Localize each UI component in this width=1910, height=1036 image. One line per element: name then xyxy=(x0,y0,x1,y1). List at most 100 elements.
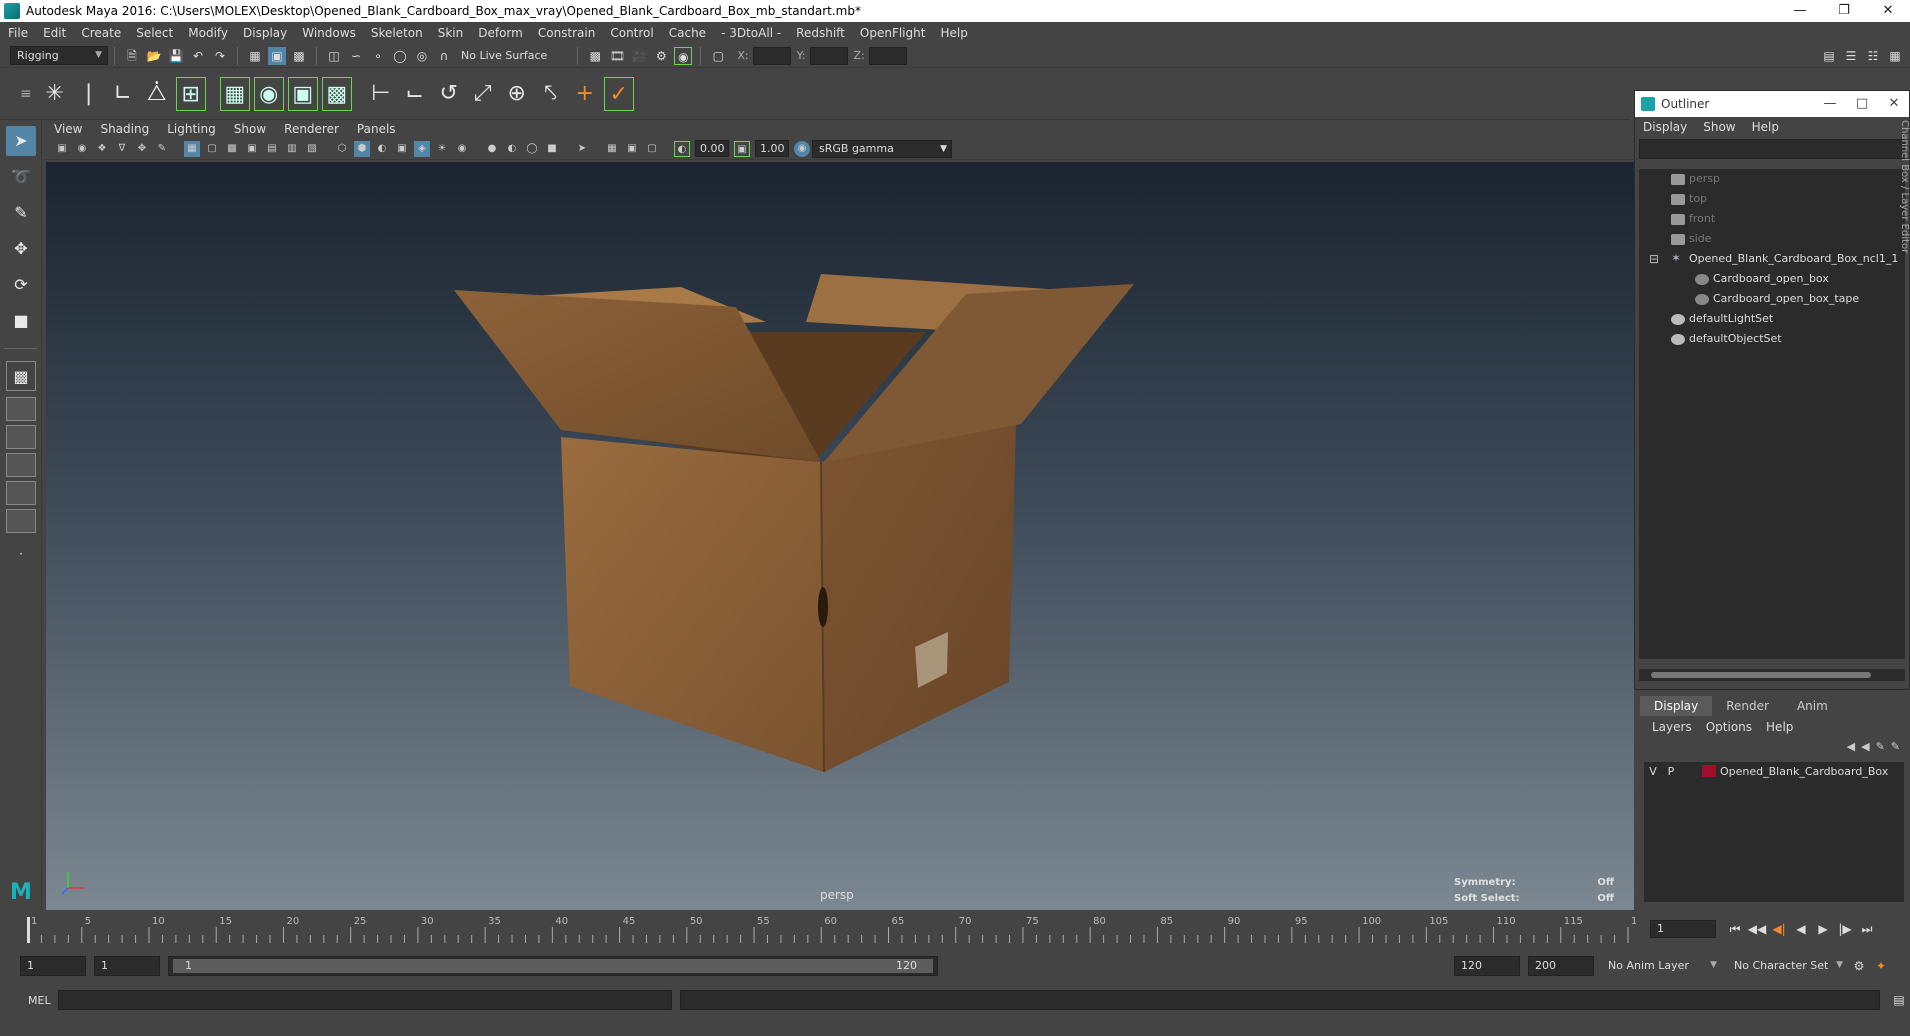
isolate-select-icon[interactable]: ➤ xyxy=(574,141,590,157)
viewport-menu-show[interactable]: Show xyxy=(234,122,266,136)
exposure-field[interactable]: 0.00 xyxy=(695,140,729,157)
end-time-field[interactable]: 200 xyxy=(1528,956,1594,976)
graph-layout-icon[interactable] xyxy=(6,481,36,505)
side-tabs[interactable]: Channel Box / Layer Editor xyxy=(1896,120,1910,380)
layer-menu-layers[interactable]: Layers xyxy=(1652,720,1692,734)
snap-point-icon[interactable]: ∘ xyxy=(369,47,387,65)
current-time-marker[interactable] xyxy=(27,917,30,943)
time-slider[interactable]: 1 5 10 15 20 25 30 35 40 45 50 55 60 65 70 75 80 85 90 95 10… xyxy=(24,913,1636,945)
depth-of-field-icon[interactable]: ◯ xyxy=(524,141,540,157)
point-constraint-icon[interactable]: ⊢ xyxy=(366,77,396,111)
modeling-toolkit-icon[interactable]: ▤ xyxy=(1820,47,1838,65)
film-gate-icon[interactable]: ▢ xyxy=(204,141,220,157)
close-icon[interactable]: ✕ xyxy=(1866,0,1910,22)
range-slider-handle[interactable]: 1 xyxy=(173,959,933,973)
ambient-occlusion-icon[interactable]: ◉ xyxy=(454,141,470,157)
select-tool-icon[interactable]: ➤ xyxy=(6,126,36,156)
field-chart-icon[interactable]: ▤ xyxy=(264,141,280,157)
x-coord-field[interactable] xyxy=(752,46,791,65)
parent-constraint-icon[interactable]: ⊕ xyxy=(502,77,532,111)
outliner-menu-show[interactable]: Show xyxy=(1703,120,1735,134)
rotate-tool-icon[interactable]: ⟳ xyxy=(6,270,36,300)
image-plane-icon[interactable]: ∇ xyxy=(114,141,130,157)
menu-display[interactable]: Display xyxy=(243,26,287,40)
step-forward-icon[interactable]: |▶ xyxy=(1834,922,1856,936)
outliner-titlebar[interactable]: Outliner — □ ✕ xyxy=(1635,91,1909,117)
wireframe-on-shaded-icon[interactable]: ◐ xyxy=(374,141,390,157)
xray-components-icon[interactable]: ▣ xyxy=(624,141,640,157)
safe-title-icon[interactable]: ▧ xyxy=(304,141,320,157)
xray-joints-icon[interactable]: ▦ xyxy=(604,141,620,157)
viewport-menu-shading[interactable]: Shading xyxy=(100,122,149,136)
render-view-icon[interactable]: ▩ xyxy=(586,47,604,65)
pole-vector-icon[interactable]: ⤣ xyxy=(536,77,566,111)
collapse-icon[interactable]: ⊟ xyxy=(1649,249,1659,269)
bind-skin-icon[interactable]: ⊞ xyxy=(175,76,206,111)
camera-select-icon[interactable]: ▣ xyxy=(54,141,70,157)
menu-file[interactable]: File xyxy=(8,26,28,40)
script-editor-icon[interactable]: ▤ xyxy=(1890,991,1908,1009)
go-to-end-icon[interactable]: ⏭ xyxy=(1856,922,1878,937)
minimize-icon[interactable]: — xyxy=(1815,91,1845,117)
gate-mask-icon[interactable]: ▣ xyxy=(244,141,260,157)
snap-surface-icon[interactable]: ◎ xyxy=(413,47,431,65)
2d-pan-icon[interactable]: ✥ xyxy=(134,141,150,157)
layer-row[interactable]: V P Opened_Blank_Cardboard_Box xyxy=(1644,762,1904,780)
outliner-tree[interactable]: persp top front side ⊟ ✶ Opened_Blank_Cardboar… xyxy=(1639,169,1905,659)
render-settings-icon[interactable]: ⚙ xyxy=(652,47,670,65)
use-lights-icon[interactable]: ◈ xyxy=(414,140,430,157)
menu-skeleton[interactable]: Skeleton xyxy=(371,26,423,40)
outliner-item[interactable]: persp xyxy=(1639,169,1905,189)
bookmark-icon[interactable]: ❖ xyxy=(94,141,110,157)
joint-tool-icon[interactable]: ✳ xyxy=(40,77,70,111)
move-layer-up-icon[interactable]: ◀ xyxy=(1847,740,1855,753)
hypershade-icon[interactable]: ◉ xyxy=(674,46,693,65)
script-type-label[interactable]: MEL xyxy=(8,994,58,1007)
insert-joint-icon[interactable]: ⧊ xyxy=(142,77,172,111)
safe-action-icon[interactable]: ▥ xyxy=(284,141,300,157)
range-slider[interactable]: 1 120 xyxy=(168,956,938,976)
color-management-icon[interactable]: ◉ xyxy=(794,140,810,157)
wrap-icon[interactable]: ▣ xyxy=(287,76,318,111)
viewport-menu-renderer[interactable]: Renderer xyxy=(284,122,339,136)
outliner-item[interactable]: side xyxy=(1639,229,1905,249)
wire-icon[interactable]: ▩ xyxy=(321,76,352,111)
menu-select[interactable]: Select xyxy=(136,26,173,40)
visibility-toggle[interactable]: V xyxy=(1644,765,1662,778)
channel-box-icon[interactable]: ▦ xyxy=(1886,47,1904,65)
outliner-search-input[interactable] xyxy=(1639,139,1905,159)
viewport-menu-panels[interactable]: Panels xyxy=(357,122,396,136)
anim-prefs-icon[interactable]: ✦ xyxy=(1872,957,1890,975)
menu-windows[interactable]: Windows xyxy=(302,26,356,40)
outliner-item[interactable]: ⊟ ✶ Opened_Blank_Cardboard_Box_ncl1_1 xyxy=(1639,249,1905,269)
step-back-key-icon[interactable]: ◀| xyxy=(1768,922,1790,936)
layer-menu-help[interactable]: Help xyxy=(1766,720,1793,734)
outliner-menu-help[interactable]: Help xyxy=(1752,120,1779,134)
redo-icon[interactable]: ↷ xyxy=(211,47,229,65)
snap-curve-icon[interactable]: ∽ xyxy=(347,47,365,65)
menu-3dtoall[interactable]: - 3DtoAll - xyxy=(721,26,781,40)
layer-name[interactable]: Opened_Blank_Cardboard_Box xyxy=(1720,765,1888,778)
single-view-icon[interactable]: ▩ xyxy=(6,361,36,391)
move-tool-icon[interactable]: ✥ xyxy=(6,234,36,264)
character-set-dropdown[interactable]: No Character Set ▼ xyxy=(1728,956,1848,976)
outliner-menu-display[interactable]: Display xyxy=(1643,120,1687,134)
more-layouts-icon[interactable]: · xyxy=(6,539,36,569)
aim-constraint-icon[interactable]: ↺ xyxy=(434,77,464,111)
playback-end-field[interactable]: 120 xyxy=(1454,956,1520,976)
viewport-menu-lighting[interactable]: Lighting xyxy=(167,122,216,136)
tool-settings-icon[interactable]: ☷ xyxy=(1864,47,1882,65)
anim-layer-dropdown[interactable]: No Anim Layer ▼ xyxy=(1602,956,1722,976)
ipr-render-icon[interactable]: 🎥 xyxy=(630,47,648,65)
wireframe-icon[interactable]: ⬡ xyxy=(334,141,350,157)
select-object-icon[interactable]: ▣ xyxy=(268,46,286,65)
resolution-gate-icon[interactable]: ▩ xyxy=(224,141,240,157)
play-forwards-icon[interactable]: ▶ xyxy=(1812,922,1834,936)
go-to-start-icon[interactable]: ⏮ xyxy=(1724,922,1746,937)
new-scene-icon[interactable]: 🗎 xyxy=(123,47,141,65)
layer-menu-options[interactable]: Options xyxy=(1706,720,1752,734)
snap-grid-icon[interactable]: ◫ xyxy=(325,47,343,65)
color-space-dropdown[interactable]: sRGB gamma ▼ xyxy=(812,139,952,158)
menu-deform[interactable]: Deform xyxy=(478,26,523,40)
motion-blur-icon[interactable]: ● xyxy=(484,141,500,157)
